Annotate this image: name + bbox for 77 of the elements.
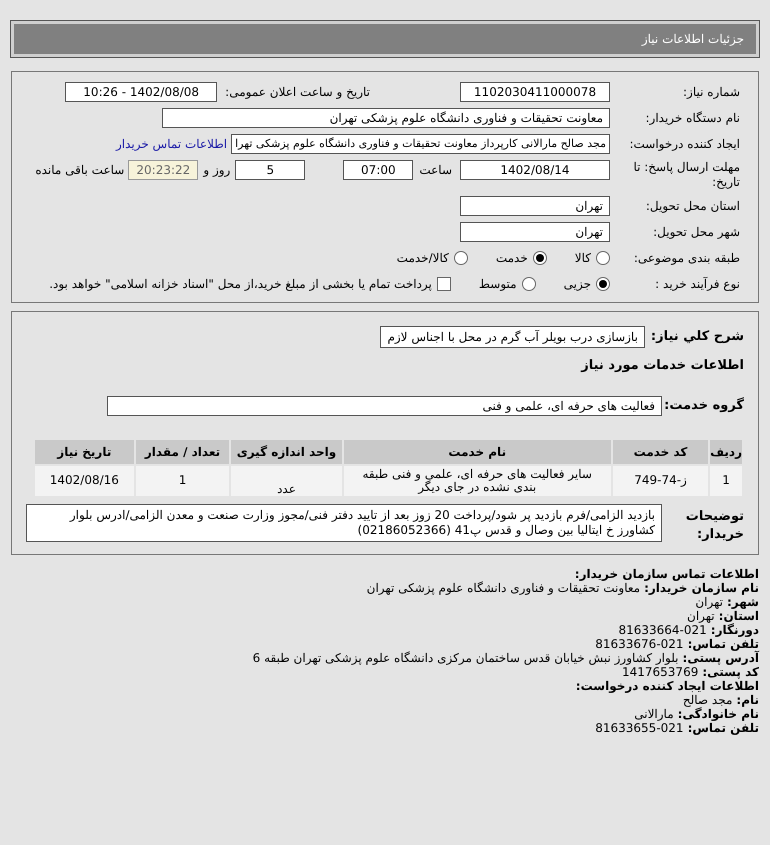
text-field[interactable]: 5	[235, 160, 306, 180]
field-value: 1417653769	[622, 664, 698, 678]
table-cell: 1	[710, 466, 742, 496]
radio-button[interactable]	[596, 277, 610, 291]
text-field[interactable]: 07:00	[343, 160, 414, 180]
table-cell: سایر فعالیت های حرفه ای، علمی و فنی طبقه بندی نشده در جای دیگر	[344, 466, 611, 496]
field-label: ساعت	[419, 162, 452, 179]
column-header: کد خدمت	[612, 440, 708, 464]
text-field[interactable]: 1402/08/14	[460, 160, 610, 180]
page-title: جزئیات اطلاعات نیاز	[642, 31, 744, 48]
summary-box: بازسازی درب بویلر آب گرم در محل با اجناس لازم	[380, 326, 645, 348]
field-label: گروه خدمت:	[663, 396, 744, 415]
contact-link[interactable]: اطلاعات تماس خریدار	[116, 135, 228, 153]
field-label: استان محل تحویل:	[644, 198, 740, 215]
field-label: دورنگار:	[710, 622, 759, 636]
field-label: طبقه بندی موضوعی:	[632, 250, 740, 267]
field-value: 021-81633676	[595, 636, 684, 650]
text-field[interactable]: 1402/08/08 - 10:26	[65, 82, 218, 102]
field-value: تهران	[687, 608, 715, 622]
field-value: بلوار کشاورز نبش خیابان قدس ساختمان مرکزی دانشگاه علوم پزشکی تهران طبقه 6	[252, 650, 679, 664]
radio-label: کالا	[574, 250, 591, 267]
field-value: تهران	[695, 594, 723, 608]
field-value: مارالانی	[634, 706, 674, 720]
column-header: واحد اندازه گیری	[231, 440, 342, 464]
text-field[interactable]: مجد صالح مارالانی کارپرداز معاونت تحقیقات و فناوری دانشگاه علوم پزشکی تهرا	[231, 134, 610, 154]
field-label: استان:	[718, 608, 759, 622]
text-field[interactable]: 1102030411000078	[460, 82, 610, 102]
radio-button[interactable]	[532, 251, 547, 265]
radio-button[interactable]	[454, 251, 468, 265]
radio-button[interactable]	[522, 277, 536, 291]
radio-label: کالا/خدمت	[396, 250, 449, 267]
table-cell: ز-74-749	[612, 466, 708, 496]
column-header: ردیف	[710, 440, 742, 464]
field-label: شهر:	[727, 594, 759, 608]
field-value: 021-81633664	[618, 622, 707, 636]
field-value: مجد صالح	[682, 692, 732, 706]
text-field[interactable]: فعالیت های حرفه ای، علمی و فنی	[107, 396, 662, 416]
field-label: ایجاد کننده درخواست:	[628, 136, 740, 153]
field-label: مهلت ارسال پاسخ: تا تاریخ:	[632, 160, 740, 190]
field-label: توضیحات خریدار:	[684, 508, 744, 544]
radio-button[interactable]	[596, 251, 610, 265]
field-label: آدرس پستی:	[682, 650, 759, 664]
field-label: تلفن تماس:	[688, 636, 759, 650]
field-label: نام سازمان خریدار:	[644, 580, 759, 594]
field-label: تلفن تماس:	[688, 720, 759, 734]
checkbox-label: پرداخت تمام یا بخشی از مبلغ خرید،از محل "اسناد خزانه اسلامی" خواهد بود.	[49, 276, 432, 293]
field-label: شهر محل تحویل:	[652, 224, 740, 241]
field-label: نام دستگاه خریدار:	[644, 110, 740, 127]
field-label: نوع فرآیند خرید :	[654, 276, 740, 293]
field-value: معاونت تحقیقات و فناوری دانشگاه علوم پزشکی تهران	[366, 580, 640, 594]
column-header: نام خدمت	[344, 440, 611, 464]
table-cell: 1402/08/16	[35, 466, 134, 496]
table-cell: 1	[136, 466, 230, 496]
field-label: نام:	[736, 692, 759, 706]
table-cell: عدد	[231, 466, 342, 496]
section-heading: اطلاعات خدمات مورد نیاز	[580, 357, 744, 375]
radio-label: متوسط	[478, 276, 517, 293]
field-value: 021-81633655	[595, 720, 684, 734]
checkbox[interactable]	[436, 277, 451, 291]
field-label: روز و	[203, 162, 230, 179]
countdown-timer: 20:23:22	[128, 160, 198, 180]
field-label: شماره نیاز:	[682, 84, 740, 101]
notes-box: بازدید الزامی/فرم بازدید پر شود/پرداخت 20 زوز بعد از تایید دفتر فنی/مجوز وزارت صنعت و معدن الزامی/ادرس بلوار کشاورز خ ایتالیا بین وصال و قدس پ41 (02186052366)	[26, 504, 662, 542]
radio-label: خدمت	[496, 250, 528, 267]
radio-label: جزیی	[564, 276, 591, 293]
column-header: تعداد / مقدار	[136, 440, 230, 464]
field-label: کد پستی:	[702, 664, 759, 678]
column-header: تاریخ نیاز	[35, 440, 134, 464]
field-label: شرح کلي نياز:	[650, 328, 744, 346]
text-field[interactable]: معاونت تحقیقات و فناوری دانشگاه علوم پزشکی تهران	[162, 108, 610, 128]
text-field[interactable]: تهران	[460, 196, 610, 216]
text-field[interactable]: تهران	[460, 222, 610, 242]
field-label: نام خانوادگی:	[678, 706, 759, 720]
field-label: تاریخ و ساعت اعلان عمومی:	[225, 84, 370, 101]
section-heading: اطلاعات تماس سازمان خریدار:	[574, 566, 759, 580]
field-label: ساعت باقی مانده	[35, 162, 124, 179]
section-heading: اطلاعات ایجاد کننده درخواست:	[576, 678, 759, 692]
